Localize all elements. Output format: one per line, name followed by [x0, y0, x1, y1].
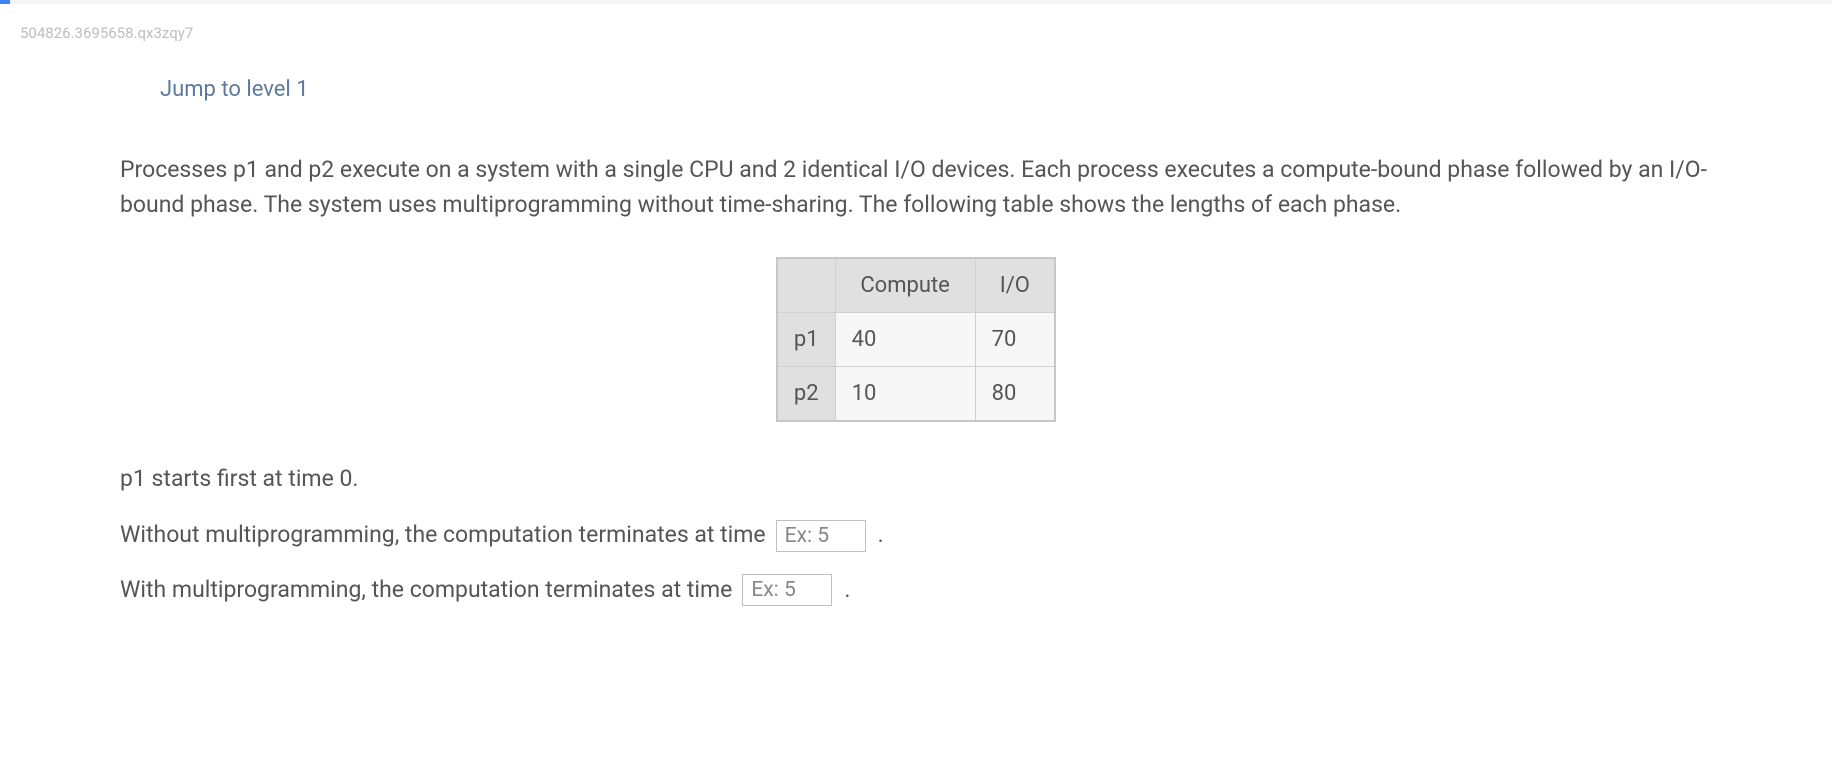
- period-text: .: [844, 573, 850, 608]
- period-text: .: [878, 518, 884, 553]
- question-body: Processes p1 and p2 execute on a system …: [120, 152, 1712, 608]
- answer-line-without: Without multiprogramming, the computatio…: [120, 518, 1712, 553]
- question-id: 504826.3695658.qx3zqy7: [0, 4, 1832, 45]
- table-header-io: I/O: [975, 258, 1055, 313]
- table-header-blank: [777, 258, 835, 313]
- table-row: p2 10 80: [777, 366, 1055, 421]
- table-row-label: p1: [777, 312, 835, 366]
- jump-to-level-link[interactable]: Jump to level 1: [160, 73, 1832, 106]
- phase-table: Compute I/O p1 40 70 p2 10 80: [776, 257, 1056, 422]
- table-row: p1 40 70: [777, 312, 1055, 366]
- with-multiprogramming-input[interactable]: [742, 574, 832, 606]
- without-multiprogramming-input[interactable]: [776, 520, 866, 552]
- content-wrapper: 504826.3695658.qx3zqy7 Jump to level 1 P…: [0, 4, 1832, 667]
- table-cell-io: 70: [975, 312, 1055, 366]
- top-progress-bar: [0, 0, 1832, 4]
- start-note: p1 starts first at time 0.: [120, 462, 1712, 497]
- table-cell-compute: 40: [835, 312, 975, 366]
- question-prompt: Processes p1 and p2 execute on a system …: [120, 152, 1712, 223]
- answer-line-text: Without multiprogramming, the computatio…: [120, 518, 766, 553]
- table-row-label: p2: [777, 366, 835, 421]
- table-header-row: Compute I/O: [777, 258, 1055, 313]
- answer-line-with: With multiprogramming, the computation t…: [120, 573, 1712, 608]
- table-header-compute: Compute: [835, 258, 975, 313]
- answer-line-text: With multiprogramming, the computation t…: [120, 573, 732, 608]
- table-cell-io: 80: [975, 366, 1055, 421]
- table-cell-compute: 10: [835, 366, 975, 421]
